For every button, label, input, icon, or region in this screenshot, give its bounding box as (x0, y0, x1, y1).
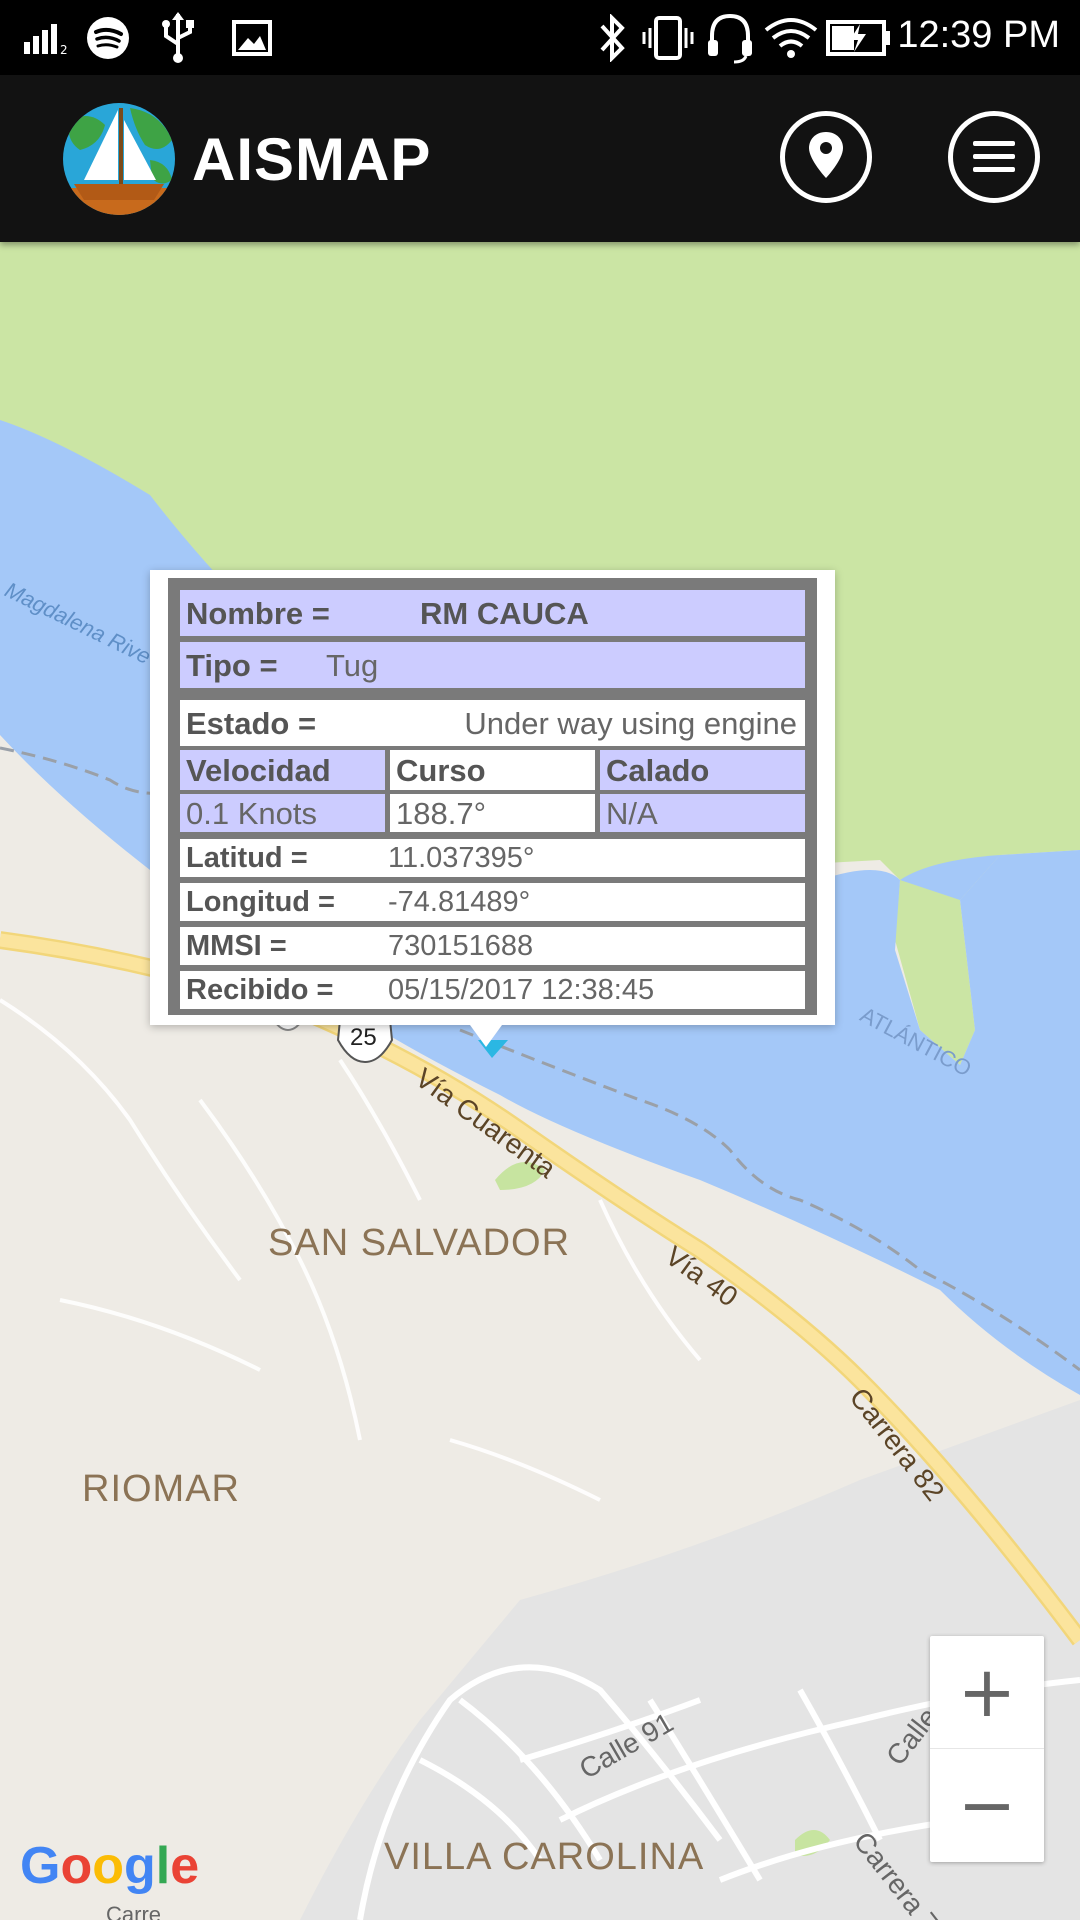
vessel-info-table: Nombre = RM CAUCA Tipo = Tug Estado = Un… (168, 578, 817, 1015)
status-value: Under way using engine (464, 705, 797, 741)
received-label: Recibido = (186, 973, 334, 1006)
battery-charging-icon (826, 20, 890, 56)
zoom-in-button[interactable]: + (930, 1636, 1044, 1749)
speed-header: Velocidad (180, 750, 385, 790)
zoom-controls: + − (930, 1636, 1044, 1862)
latitude-row: Latitud = 11.037395° (180, 839, 805, 877)
hamburger-menu-icon (973, 141, 1015, 172)
villa-carolina-label: VILLA CAROLINA (384, 1836, 705, 1878)
usb-icon (162, 12, 194, 63)
wifi-icon (764, 18, 818, 58)
mmsi-row: MMSI = 730151688 (180, 927, 805, 965)
bluetooth-icon (600, 14, 625, 62)
google-logo-letter: o (92, 1837, 124, 1895)
route-25-shield-label: 25 (350, 1024, 377, 1051)
map-view[interactable]: 25 Magdalena Rive ATLÁNTICO SAN SALVADOR… (0, 242, 1080, 1920)
google-logo-letter: o (60, 1837, 93, 1895)
map-canvas (0, 242, 1080, 1920)
google-logo-letter: l (155, 1837, 171, 1895)
name-row: Nombre = RM CAUCA (180, 590, 805, 636)
status-time: 12:39 PM (897, 14, 1060, 56)
image-icon (232, 20, 272, 56)
menu-button[interactable] (948, 111, 1040, 203)
map-pin-icon (809, 132, 843, 178)
speed-value: 0.1 Knots (180, 794, 385, 832)
longitude-value: -74.81489° (388, 885, 531, 918)
mmsi-label: MMSI = (186, 929, 287, 962)
longitude-label: Longitud = (186, 885, 335, 918)
spotify-icon (87, 17, 129, 59)
type-value: Tug (326, 647, 379, 683)
name-label: Nombre = (186, 595, 330, 631)
longitude-row: Longitud = -74.81489° (180, 883, 805, 921)
status-bar: 2 12:39 PM (0, 0, 1080, 75)
app-bar: AISMAP (0, 75, 1080, 242)
sailboat-globe-icon[interactable] (60, 100, 178, 218)
carrera-bottom-label: Carre (106, 1902, 162, 1920)
zoom-out-button[interactable]: − (930, 1749, 1044, 1861)
headset-icon (708, 13, 752, 64)
course-value: 188.7° (390, 794, 595, 832)
status-row: Estado = Under way using engine (180, 700, 805, 746)
svg-text:2: 2 (60, 43, 68, 56)
status-label: Estado = (186, 705, 317, 741)
latitude-value: 11.037395° (388, 841, 535, 874)
vessel-info-window[interactable]: Nombre = RM CAUCA Tipo = Tug Estado = Un… (150, 570, 835, 1025)
name-value: RM CAUCA (420, 595, 589, 631)
latitude-label: Latitud = (186, 841, 308, 874)
app-title: AISMAP (192, 126, 432, 193)
san-salvador-label: SAN SALVADOR (268, 1222, 571, 1264)
type-label: Tipo = (186, 647, 278, 683)
draft-value: N/A (600, 794, 805, 832)
signal-icon: 2 (24, 24, 68, 56)
info-window-pointer (470, 1025, 502, 1047)
draft-header: Calado (600, 750, 805, 790)
my-location-button[interactable] (780, 111, 872, 203)
google-logo-letter: g (123, 1837, 156, 1895)
mmsi-value: 730151688 (388, 929, 534, 962)
google-logo: Google (20, 1836, 199, 1896)
vibrate-icon (642, 16, 694, 60)
type-row: Tipo = Tug (180, 642, 805, 688)
course-header: Curso (390, 750, 595, 790)
riomar-label: RIOMAR (82, 1468, 240, 1510)
received-value: 05/15/2017 12:38:45 (388, 973, 655, 1006)
google-logo-letter: G (20, 1837, 61, 1895)
google-logo-letter: e (170, 1837, 200, 1895)
received-row: Recibido = 05/15/2017 12:38:45 (180, 971, 805, 1009)
